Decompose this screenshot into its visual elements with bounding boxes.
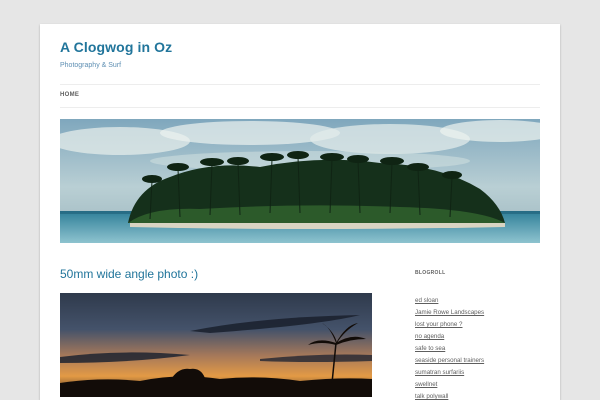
sunset-photo (60, 293, 372, 397)
blogroll-link[interactable]: talk polywall (415, 393, 448, 400)
blogroll-link[interactable]: safe to sea (415, 345, 445, 352)
list-item: seaside personal trainers (415, 354, 484, 366)
list-item: safe to sea (415, 342, 484, 354)
page-container: A Clogwog in Oz Photography & Surf HOME (40, 24, 560, 400)
blogroll-link[interactable]: Jamie Rowe Landscapes (415, 309, 484, 316)
list-item: ed sloan (415, 294, 484, 306)
list-item: no agenda (415, 330, 484, 342)
list-item: Jamie Rowe Landscapes (415, 306, 484, 318)
blogroll-link[interactable]: ed sloan (415, 297, 438, 304)
site-title[interactable]: A Clogwog in Oz (60, 39, 172, 55)
blogroll-link[interactable]: sumatran surfariis (415, 369, 464, 376)
post-title[interactable]: 50mm wide angle photo :) (60, 267, 198, 281)
blogroll-link[interactable]: swellnet (415, 381, 437, 388)
header-image (60, 119, 540, 243)
main-navigation: HOME (60, 84, 540, 108)
blogroll-link[interactable]: lost your phone ? (415, 321, 462, 328)
list-item: swellnet (415, 378, 484, 390)
island-photo (60, 119, 540, 243)
site-description: Photography & Surf (60, 62, 122, 69)
list-item: sumatran surfariis (415, 366, 484, 378)
sidebar-heading-blogroll: BLOGROLL (415, 270, 446, 276)
blogroll-link[interactable]: seaside personal trainers (415, 357, 484, 364)
blogroll-list: ed sloan Jamie Rowe Landscapes lost your… (415, 294, 484, 400)
nav-item-home[interactable]: HOME (60, 92, 79, 98)
list-item: lost your phone ? (415, 318, 484, 330)
blogroll-link[interactable]: no agenda (415, 333, 444, 340)
list-item: talk polywall (415, 390, 484, 400)
post-image[interactable] (60, 293, 372, 397)
